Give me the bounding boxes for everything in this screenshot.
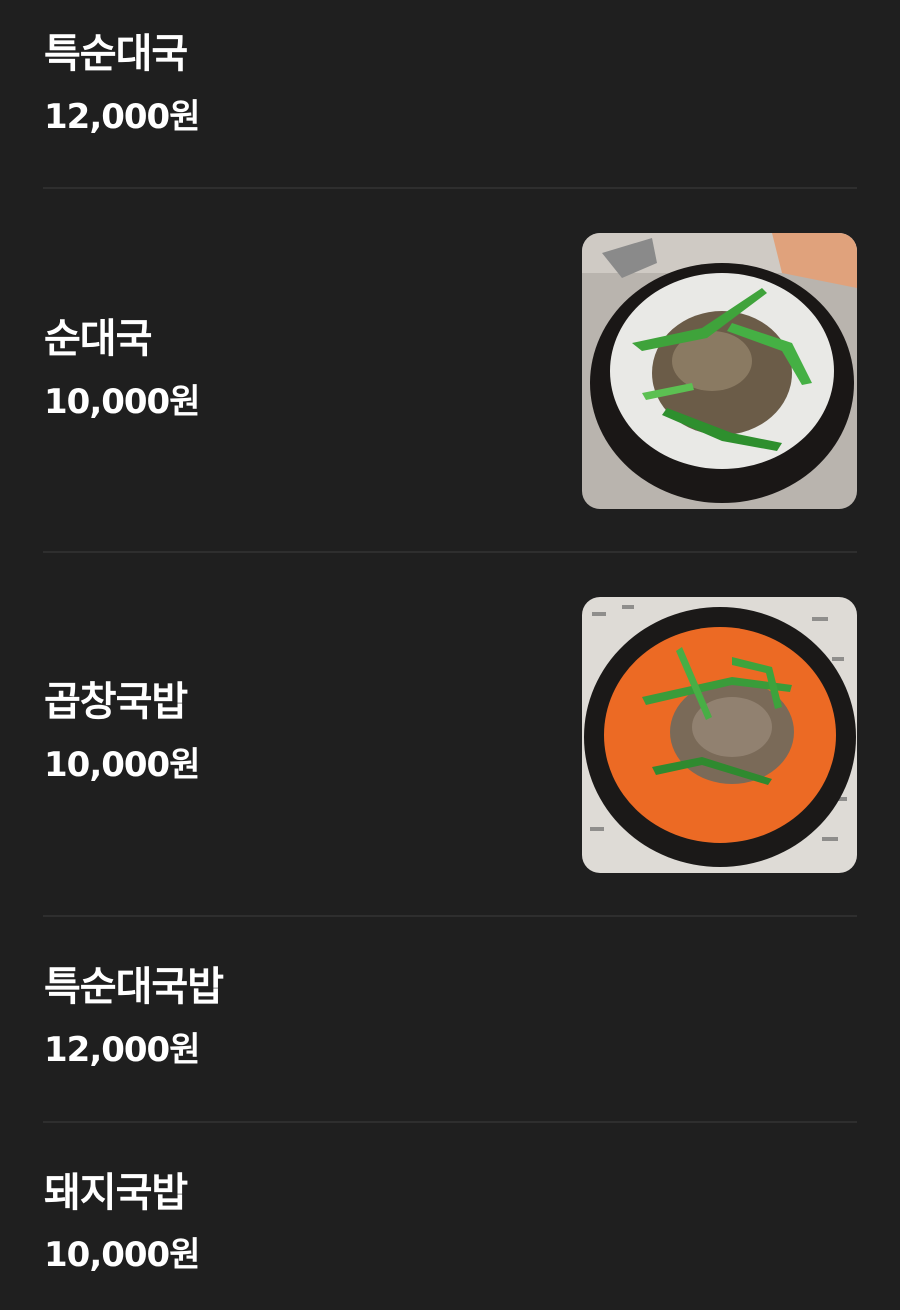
menu-item-price: 12,000원 <box>44 97 200 137</box>
menu-item-pork-gukbap[interactable]: 돼지국밥 10,000원 <box>0 1123 900 1310</box>
menu-item-gopchang-soup[interactable]: 곱창국밥 10,000원 <box>0 553 900 915</box>
sundae-soup-photo[interactable] <box>582 233 857 509</box>
menu-item-name: 순대국 <box>44 316 152 362</box>
gopchang-soup-photo[interactable] <box>582 597 857 873</box>
menu-item-name: 돼지국밥 <box>44 1170 188 1216</box>
menu-item-special-sundae-soup[interactable]: 특순대국 12,000원 <box>0 0 900 188</box>
menu-item-name: 특순대국 <box>44 31 188 77</box>
menu-item-sundae-soup[interactable]: 순대국 10,000원 <box>0 189 900 552</box>
menu-item-price: 12,000원 <box>44 1030 200 1070</box>
menu-item-name: 곱창국밥 <box>44 679 188 725</box>
menu-item-price: 10,000원 <box>44 382 200 422</box>
menu-item-price: 10,000원 <box>44 745 200 785</box>
menu-item-name: 특순대국밥 <box>44 964 224 1010</box>
menu-item-price: 10,000원 <box>44 1235 200 1275</box>
menu-item-special-sundae-gukbap[interactable]: 특순대국밥 12,000원 <box>0 917 900 1121</box>
menu-list: 특순대국 12,000원 순대국 10,000원 곱창국밥 10,000원 특순… <box>0 0 900 1310</box>
